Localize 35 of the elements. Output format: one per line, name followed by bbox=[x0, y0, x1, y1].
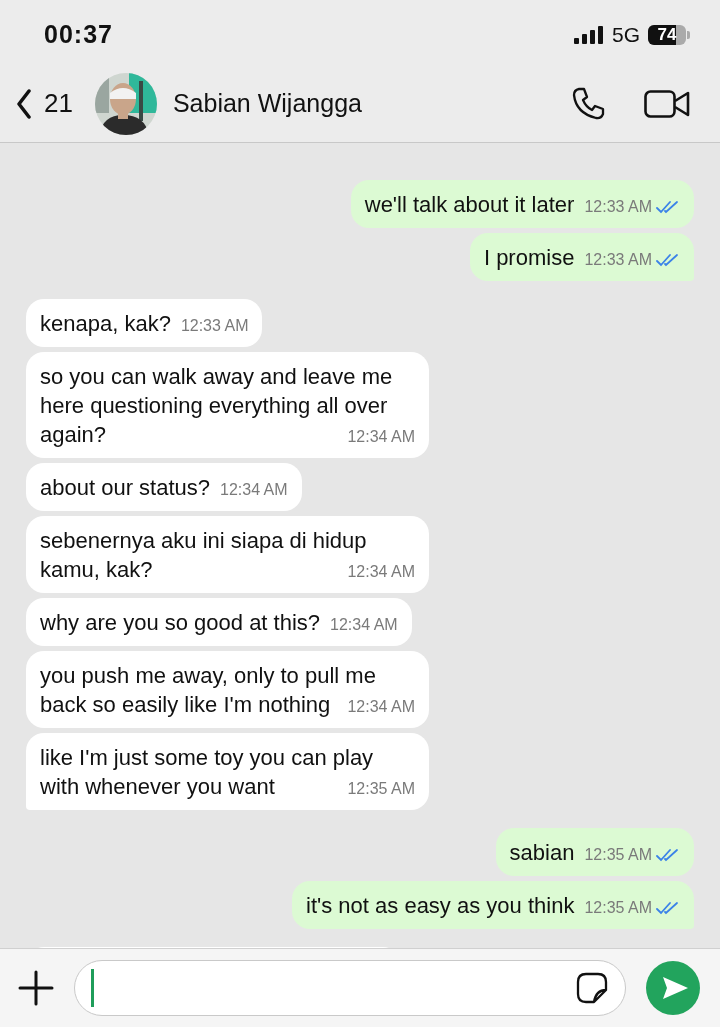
message-time: 12:35 AM bbox=[584, 896, 680, 920]
back-button[interactable]: 21 bbox=[16, 88, 73, 119]
message-bubble: sabian 12:35 AM bbox=[495, 828, 694, 876]
message-time: 12:34 AM bbox=[347, 427, 415, 447]
message-bubble: we'll talk about it later 12:33 AM bbox=[350, 180, 694, 228]
message-time: 12:34 AM bbox=[330, 615, 398, 635]
message-bubble: you push me away, only to pull me back so easily like I'm nothing 12:34 AM bbox=[26, 651, 429, 728]
message-time: 12:33 AM bbox=[180, 316, 249, 336]
message-time: 12:35 AM bbox=[584, 843, 680, 867]
phone-icon[interactable] bbox=[570, 85, 606, 122]
sticker-icon[interactable] bbox=[576, 972, 608, 1004]
message-bubble: like I'm just some toy you can play with whenever you want 12:35 AM bbox=[26, 733, 429, 810]
message-bubble: it's not as easy as you think 12:35 AM bbox=[292, 881, 694, 929]
message-bubble: kenapa, kak? 12:33 AM bbox=[26, 299, 263, 347]
contact-name[interactable]: Sabian Wijangga bbox=[172, 89, 532, 118]
message-bubble: I promise 12:33 AM bbox=[469, 233, 694, 281]
status-time: 00:37 bbox=[44, 20, 113, 49]
send-button[interactable] bbox=[646, 961, 700, 1015]
message-bubble: sebenernya aku ini siapa di hidup kamu, kak? 12:34 AM bbox=[26, 516, 429, 593]
message-time: 12:34 AM bbox=[347, 697, 415, 717]
video-camera-icon[interactable] bbox=[644, 88, 690, 119]
message-time: 12:34 AM bbox=[347, 562, 415, 582]
message-time: 12:33 AM bbox=[584, 248, 680, 272]
message-bubble: about our status? 12:34 AM bbox=[26, 463, 302, 511]
message-time: 12:33 AM bbox=[584, 195, 680, 219]
message-time: 12:35 AM bbox=[347, 779, 415, 799]
network-label: 5G bbox=[612, 22, 640, 47]
add-icon[interactable] bbox=[18, 970, 54, 1006]
back-chevron-icon[interactable] bbox=[16, 88, 32, 119]
message-input-field[interactable] bbox=[74, 960, 626, 1016]
message-bubble: why are you so good at this? 12:34 AM bbox=[26, 598, 412, 646]
signal-icon bbox=[574, 25, 604, 44]
message-time: 12:34 AM bbox=[220, 480, 288, 500]
message-bubble: so you can walk away and leave me here questioning everything all over again? 12:34 AM bbox=[26, 352, 429, 458]
send-icon[interactable] bbox=[661, 975, 689, 1001]
